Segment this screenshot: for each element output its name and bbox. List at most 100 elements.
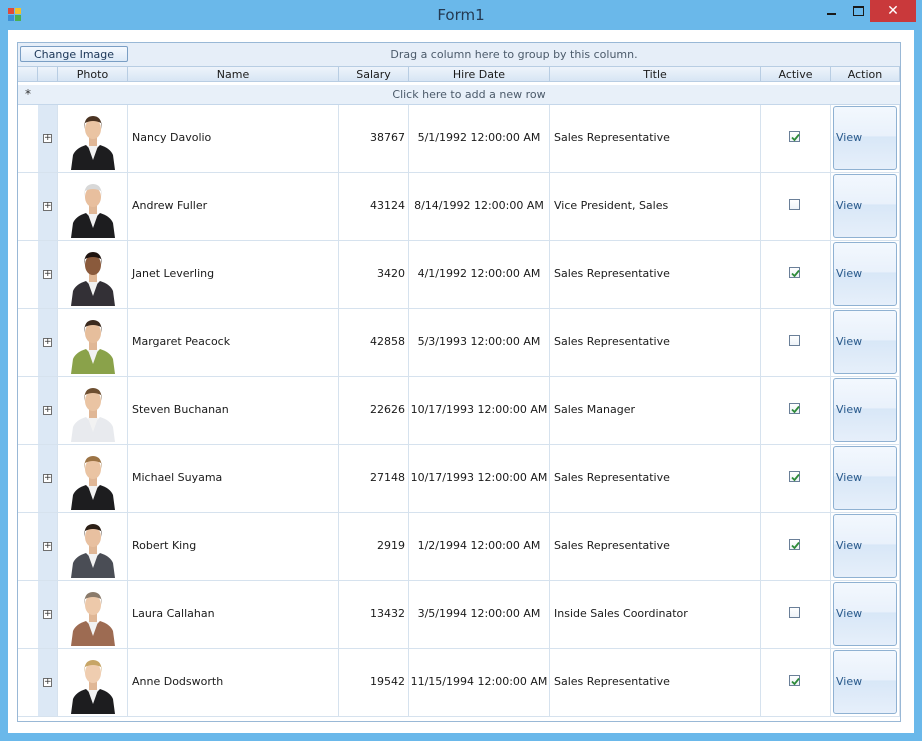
view-button[interactable]: View (833, 650, 897, 714)
salary-cell[interactable]: 38767 (339, 105, 409, 173)
column-header-salary[interactable]: Salary (339, 67, 409, 82)
hire-date-cell[interactable]: 5/3/1993 12:00:00 AM (409, 309, 550, 377)
photo-cell[interactable] (58, 649, 128, 717)
action-cell[interactable]: View (831, 581, 900, 649)
active-checkbox[interactable] (789, 471, 800, 482)
photo-cell[interactable] (58, 241, 128, 309)
title-cell[interactable]: Inside Sales Coordinator (550, 581, 761, 649)
row-indicator[interactable] (18, 445, 38, 513)
active-cell[interactable] (761, 581, 831, 649)
title-cell[interactable]: Sales Representative (550, 445, 761, 513)
hire-date-cell[interactable]: 10/17/1993 12:00:00 AM (409, 445, 550, 513)
table-row[interactable]: + Nancy Davolio 38767 5/1/1992 12:00:00 … (18, 105, 900, 173)
expand-cell[interactable]: + (38, 377, 58, 445)
expand-plus-icon[interactable]: + (43, 474, 52, 483)
change-image-button[interactable]: Change Image (20, 46, 128, 62)
photo-cell[interactable] (58, 513, 128, 581)
close-button[interactable]: ✕ (870, 0, 916, 22)
hire-date-cell[interactable]: 4/1/1992 12:00:00 AM (409, 241, 550, 309)
hire-date-cell[interactable]: 5/1/1992 12:00:00 AM (409, 105, 550, 173)
row-indicator[interactable] (18, 105, 38, 173)
salary-cell[interactable]: 2919 (339, 513, 409, 581)
title-cell[interactable]: Sales Representative (550, 513, 761, 581)
column-header-name[interactable]: Name (128, 67, 339, 82)
expand-cell[interactable]: + (38, 581, 58, 649)
salary-cell[interactable]: 27148 (339, 445, 409, 513)
title-cell[interactable]: Sales Representative (550, 241, 761, 309)
salary-cell[interactable]: 22626 (339, 377, 409, 445)
minimize-button[interactable] (816, 0, 846, 22)
name-cell[interactable]: Robert King (128, 513, 339, 581)
column-header-active[interactable]: Active (761, 67, 831, 82)
action-cell[interactable]: View (831, 649, 900, 717)
hire-date-cell[interactable]: 8/14/1992 12:00:00 AM (409, 173, 550, 241)
expand-cell[interactable]: + (38, 241, 58, 309)
table-row[interactable]: + Margaret Peacock 42858 5/3/1993 12:00:… (18, 309, 900, 377)
new-row[interactable]: * Click here to add a new row (18, 85, 900, 105)
active-cell[interactable] (761, 241, 831, 309)
active-cell[interactable] (761, 377, 831, 445)
hire-date-cell[interactable]: 10/17/1993 12:00:00 AM (409, 377, 550, 445)
title-cell[interactable]: Sales Manager (550, 377, 761, 445)
action-cell[interactable]: View (831, 309, 900, 377)
title-bar[interactable]: Form1 ✕ (0, 0, 922, 30)
row-indicator[interactable] (18, 377, 38, 445)
view-button[interactable]: View (833, 582, 897, 646)
row-indicator[interactable] (18, 309, 38, 377)
expand-plus-icon[interactable]: + (43, 406, 52, 415)
expand-cell[interactable]: + (38, 309, 58, 377)
row-indicator[interactable] (18, 173, 38, 241)
action-cell[interactable]: View (831, 513, 900, 581)
salary-cell[interactable]: 13432 (339, 581, 409, 649)
view-button[interactable]: View (833, 446, 897, 510)
expand-cell[interactable]: + (38, 513, 58, 581)
salary-cell[interactable]: 43124 (339, 173, 409, 241)
view-button[interactable]: View (833, 242, 897, 306)
active-cell[interactable] (761, 649, 831, 717)
active-checkbox[interactable] (789, 335, 800, 346)
table-row[interactable]: + Anne Dodsworth 19542 11/15/1994 12:00:… (18, 649, 900, 717)
salary-cell[interactable]: 19542 (339, 649, 409, 717)
hire-date-cell[interactable]: 11/15/1994 12:00:00 AM (409, 649, 550, 717)
name-cell[interactable]: Margaret Peacock (128, 309, 339, 377)
active-cell[interactable] (761, 445, 831, 513)
column-header-action[interactable]: Action (831, 67, 900, 82)
expand-plus-icon[interactable]: + (43, 270, 52, 279)
photo-cell[interactable] (58, 105, 128, 173)
photo-cell[interactable] (58, 445, 128, 513)
employee-grid[interactable]: Change Image Drag a column here to group… (17, 42, 901, 722)
maximize-button[interactable] (843, 0, 873, 22)
expand-plus-icon[interactable]: + (43, 338, 52, 347)
table-row[interactable]: + Janet Leverling 3420 4/1/1992 12:00:00… (18, 241, 900, 309)
expand-cell[interactable]: + (38, 445, 58, 513)
table-row[interactable]: + Andrew Fuller 43124 8/14/1992 12:00:00… (18, 173, 900, 241)
expand-cell[interactable]: + (38, 105, 58, 173)
view-button[interactable]: View (833, 514, 897, 578)
salary-cell[interactable]: 42858 (339, 309, 409, 377)
expand-cell[interactable]: + (38, 173, 58, 241)
table-row[interactable]: + Laura Callahan 13432 3/5/1994 12:00:00… (18, 581, 900, 649)
name-cell[interactable]: Anne Dodsworth (128, 649, 339, 717)
row-indicator[interactable] (18, 513, 38, 581)
active-cell[interactable] (761, 513, 831, 581)
expand-plus-icon[interactable]: + (43, 678, 52, 687)
view-button[interactable]: View (833, 378, 897, 442)
expand-plus-icon[interactable]: + (43, 610, 52, 619)
view-button[interactable]: View (833, 174, 897, 238)
name-cell[interactable]: Andrew Fuller (128, 173, 339, 241)
view-button[interactable]: View (833, 106, 897, 170)
row-indicator[interactable] (18, 241, 38, 309)
table-row[interactable]: + Michael Suyama 27148 10/17/1993 12:00:… (18, 445, 900, 513)
title-cell[interactable]: Vice President, Sales (550, 173, 761, 241)
active-checkbox[interactable] (789, 403, 800, 414)
expand-cell[interactable]: + (38, 649, 58, 717)
expand-plus-icon[interactable]: + (43, 202, 52, 211)
name-cell[interactable]: Michael Suyama (128, 445, 339, 513)
title-cell[interactable]: Sales Representative (550, 105, 761, 173)
name-cell[interactable]: Steven Buchanan (128, 377, 339, 445)
photo-cell[interactable] (58, 309, 128, 377)
title-cell[interactable]: Sales Representative (550, 649, 761, 717)
expand-plus-icon[interactable]: + (43, 542, 52, 551)
active-checkbox[interactable] (789, 267, 800, 278)
column-header-photo[interactable]: Photo (58, 67, 128, 82)
